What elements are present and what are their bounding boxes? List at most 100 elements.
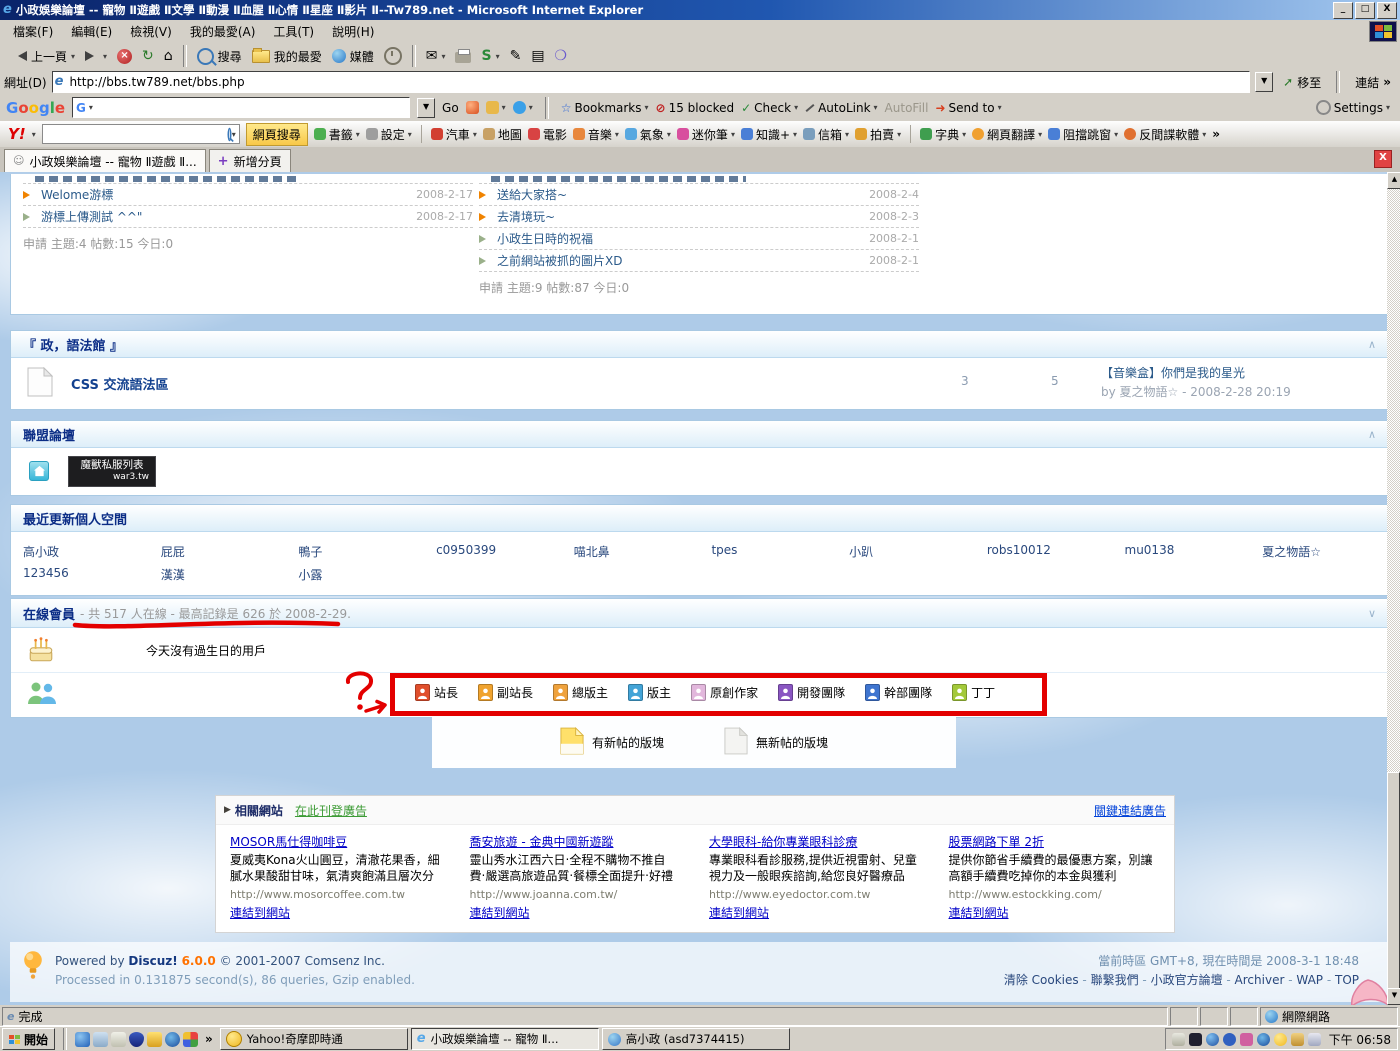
pagerank-icon[interactable] [466, 101, 479, 114]
menu-tools[interactable]: 工具(T) [264, 21, 323, 42]
restore-button[interactable]: □ [1355, 2, 1375, 19]
home-icon[interactable] [29, 461, 49, 481]
google-news-button[interactable]: ▾ [486, 101, 506, 114]
ad-visit-link[interactable]: 連結到網站 [470, 906, 530, 920]
ad-title-link[interactable]: 股票網路下單 2折 [949, 833, 1161, 850]
user-link[interactable]: mu0138 [1125, 543, 1175, 557]
tray-update-icon[interactable] [1291, 1033, 1304, 1046]
keyword-ads-link[interactable]: 關鍵連結廣告 [1094, 802, 1166, 819]
ad-title-link[interactable]: 喬安旅遊 - 金典中國新遊蹤 [470, 833, 682, 850]
discuz-link[interactable]: Discuz! [128, 954, 177, 968]
forum-name-link[interactable]: CSS 交流語法區 [71, 374, 168, 393]
yahoo-bookmark-button[interactable]: 書籤▾ [314, 126, 360, 143]
home-button[interactable]: ⌂ [159, 46, 178, 66]
google-comment-button[interactable]: ▾ [513, 101, 533, 114]
yahoo-movies-button[interactable]: 電影 [528, 126, 567, 143]
tray-ime-icon[interactable] [1308, 1033, 1321, 1046]
thread-title-link[interactable]: 去清境玩~ [497, 208, 869, 225]
yahoo-auction-button[interactable]: 拍賣▾ [855, 126, 901, 143]
tray-smiley-icon[interactable] [1274, 1033, 1287, 1046]
menu-favorites[interactable]: 我的最愛(A) [181, 21, 265, 42]
thread-title-link[interactable]: 小政生日時的祝福 [497, 230, 869, 247]
quicklaunch-crown-icon[interactable] [147, 1032, 162, 1047]
scrollbar-thumb[interactable] [1387, 772, 1400, 1005]
autolink-button[interactable]: AutoLink▾ [805, 101, 877, 115]
thread-title-link[interactable]: 游標上傳測試 ^^" [41, 208, 416, 225]
address-dropdown-button[interactable]: ▼ [1255, 72, 1273, 92]
last-post-link[interactable]: 【音樂盒】你們是我的星光 [1101, 364, 1391, 383]
yahoo-knowledge-button[interactable]: 知識+▾ [741, 126, 797, 143]
yahoo-minipen-button[interactable]: 迷你筆▾ [677, 126, 735, 143]
google-search-dropdown[interactable]: ▼ [417, 98, 435, 118]
official-forum-link[interactable]: 小政官方論壇 [1151, 973, 1223, 987]
collapse-icon[interactable]: ∧ [1368, 428, 1376, 441]
scroll-down-button[interactable]: ▼ [1387, 988, 1400, 1005]
user-link[interactable]: 高小政 [23, 545, 59, 559]
history-button[interactable] [379, 45, 407, 67]
yahoo-settings-button[interactable]: 設定▾ [366, 126, 412, 143]
tray-network-icon[interactable] [1257, 1033, 1270, 1046]
user-link[interactable]: 喵北鼻 [574, 545, 610, 559]
web-search-button[interactable]: 網頁搜尋 [246, 123, 308, 146]
tabbar-close-button[interactable]: X [1374, 150, 1392, 168]
alliance-banner[interactable]: 魔獸私服列表 war3.tw [68, 456, 156, 487]
forward-button[interactable]: ▾ [80, 49, 112, 63]
task-yahoo-messenger[interactable]: Yahoo!奇摩即時通 [220, 1028, 408, 1050]
ad-visit-link[interactable]: 連結到網站 [949, 906, 1009, 920]
post-ad-here-link[interactable]: 在此刊登廣告 [295, 802, 367, 819]
wap-link[interactable]: WAP [1296, 973, 1323, 987]
bookmarks-button[interactable]: ☆Bookmarks▾ [561, 101, 649, 115]
yahoo-logo[interactable]: Y! [8, 125, 26, 143]
page-list-button[interactable]: ▤ [526, 46, 549, 66]
tray-volume-icon[interactable] [1172, 1033, 1185, 1046]
ad-title-link[interactable]: MOSOR馬仕得咖啡豆 [230, 833, 442, 850]
yahoo-maps-button[interactable]: 地圖 [483, 126, 522, 143]
ad-title-link[interactable]: 大學眼科-給你專業眼科診療 [709, 833, 921, 850]
thread-title-link[interactable]: 送給大家搭~ [497, 186, 869, 203]
spellcheck-button[interactable]: ✓Check▾ [741, 101, 798, 115]
popup-blocked-button[interactable]: ⊘15 blocked [656, 101, 735, 115]
tray-display-icon[interactable] [1189, 1033, 1202, 1046]
media-button[interactable]: 媒體 [327, 46, 379, 67]
menu-edit[interactable]: 編輯(E) [62, 21, 121, 42]
user-link[interactable]: robs10012 [987, 543, 1051, 557]
quicklaunch-browser-icon[interactable] [165, 1032, 180, 1047]
ad-visit-link[interactable]: 連結到網站 [230, 906, 290, 920]
yahoo-music-button[interactable]: 音樂▾ [573, 126, 619, 143]
yahoo-mail-button[interactable]: 信箱▾ [803, 126, 849, 143]
clear-cookies-link[interactable]: 清除 Cookies [1004, 973, 1079, 987]
task-forum-window[interactable]: e 小政娛樂論壇 -- 寵物 Ⅱ... [411, 1028, 599, 1050]
tab-forum[interactable]: ☺ 小政娛樂論壇 -- 寵物 Ⅱ遊戲 Ⅱ... [4, 149, 206, 172]
tray-clock[interactable]: 下午 06:58 [1329, 1031, 1391, 1048]
edit-button[interactable]: ✎ [505, 46, 527, 66]
user-link[interactable]: 123456 [23, 566, 69, 580]
favorites-button[interactable]: 我的最愛 [247, 46, 327, 67]
thread-title-link[interactable]: 之前網站被抓的圖片XD [497, 252, 869, 269]
google-search-input[interactable] [96, 99, 406, 116]
yahoo-overflow-chevron[interactable]: » [1212, 127, 1220, 141]
yahoo-dictionary-button[interactable]: 字典▾ [920, 126, 966, 143]
quicklaunch-mail-icon[interactable] [93, 1032, 108, 1047]
tray-messenger-icon[interactable] [1206, 1033, 1219, 1046]
yahoo-antispy-button[interactable]: 反間諜軟體▾ [1124, 126, 1206, 143]
user-link[interactable]: 屁屁 [161, 545, 185, 559]
minimize-button[interactable]: _ [1333, 2, 1353, 19]
user-link[interactable]: tpes [711, 543, 737, 557]
quicklaunch-overflow-chevron[interactable]: » [205, 1032, 213, 1046]
menu-view[interactable]: 檢視(V) [121, 21, 181, 42]
back-button[interactable]: 上一頁▾ [8, 46, 80, 67]
ad-visit-link[interactable]: 連結到網站 [709, 906, 769, 920]
scroll-up-button[interactable]: ▲ [1387, 172, 1400, 189]
user-link[interactable]: c0950399 [436, 543, 496, 557]
quicklaunch-shield-icon[interactable] [129, 1032, 144, 1047]
links-button[interactable]: 連結» [1350, 72, 1396, 93]
tray-info-icon[interactable] [1223, 1033, 1236, 1046]
quicklaunch-media-icon[interactable] [183, 1032, 198, 1047]
discuss-button[interactable]: ❍ [550, 46, 573, 66]
task-chat-window[interactable]: 高小政 (asd7374415) [602, 1028, 790, 1050]
settings-button[interactable]: Settings▾ [1316, 100, 1390, 115]
menu-file[interactable]: 檔案(F) [4, 21, 62, 42]
user-link[interactable]: 漢漢 [161, 568, 185, 582]
user-link[interactable]: 鴨子 [298, 545, 322, 559]
new-tab-button[interactable]: + 新增分頁 [209, 149, 291, 172]
